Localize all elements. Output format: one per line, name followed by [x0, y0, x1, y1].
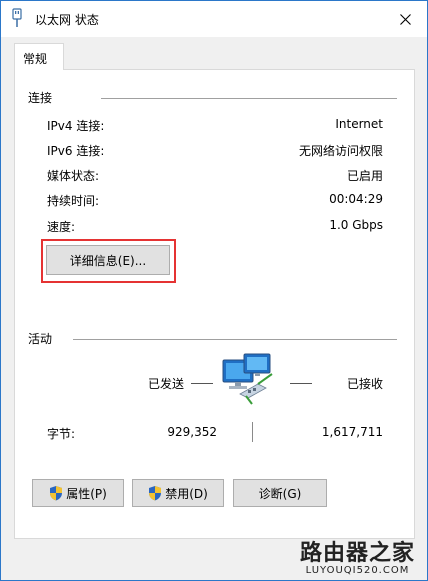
- disable-button[interactable]: 禁用(D): [132, 479, 224, 507]
- watermark-main-text: 路由器之家: [299, 541, 415, 566]
- close-icon: [399, 13, 411, 25]
- received-label: 已接收: [347, 377, 384, 391]
- title-bar[interactable]: 以太网 状态: [1, 1, 427, 37]
- media-state-label: 媒体状态:: [47, 169, 100, 183]
- uac-shield-icon: [149, 486, 162, 501]
- received-dash: [290, 383, 312, 384]
- duration-label: 持续时间:: [47, 194, 100, 208]
- properties-button-label: 属性(P): [66, 486, 107, 501]
- bytes-label: 字节:: [47, 427, 76, 441]
- details-button[interactable]: 详细信息(E)...: [46, 245, 170, 275]
- bytes-divider: [252, 422, 253, 442]
- tab-general-label: 常规: [23, 52, 48, 66]
- activity-divider: [73, 339, 397, 340]
- ipv4-label: IPv4 连接:: [47, 119, 105, 133]
- window-title: 以太网 状态: [35, 13, 99, 27]
- duration-value: 00:04:29: [329, 192, 383, 206]
- general-panel: [14, 69, 415, 539]
- diagnose-button[interactable]: 诊断(G): [233, 479, 327, 507]
- disable-button-label: 禁用(D): [165, 486, 208, 501]
- ipv6-label: IPv6 连接:: [47, 144, 105, 158]
- site-watermark: 路由器之家 LUYOUQI520.COM: [300, 535, 415, 576]
- connection-heading: 连接: [28, 91, 53, 105]
- tab-general[interactable]: 常规: [14, 43, 64, 70]
- watermark-sub-text: LUYOUQI520.COM: [305, 565, 410, 576]
- speed-value: 1.0 Gbps: [329, 218, 383, 232]
- connection-divider: [101, 98, 397, 99]
- bytes-received-value: 1,617,711: [321, 425, 383, 439]
- status-window: 以太网 状态 常规 连接 IPv4 连接: Internet IPv6 连接: …: [0, 0, 428, 581]
- bytes-sent-value: 929,352: [167, 425, 217, 439]
- details-button-label: 详细信息(E)...: [69, 253, 147, 268]
- sent-dash: [191, 383, 213, 384]
- close-button[interactable]: [383, 1, 427, 37]
- network-computers-icon: [222, 353, 273, 405]
- activity-heading: 活动: [28, 332, 53, 346]
- diagnose-button-label: 诊断(G): [258, 486, 302, 501]
- properties-button[interactable]: 属性(P): [32, 479, 124, 507]
- media-state-value: 已启用: [346, 169, 383, 183]
- speed-label: 速度:: [47, 220, 76, 234]
- ipv6-value: 无网络访问权限: [298, 144, 383, 158]
- uac-shield-icon: [50, 486, 63, 501]
- ipv4-value: Internet: [335, 117, 383, 131]
- sent-label: 已发送: [148, 377, 185, 391]
- ethernet-plug-icon: [12, 8, 22, 27]
